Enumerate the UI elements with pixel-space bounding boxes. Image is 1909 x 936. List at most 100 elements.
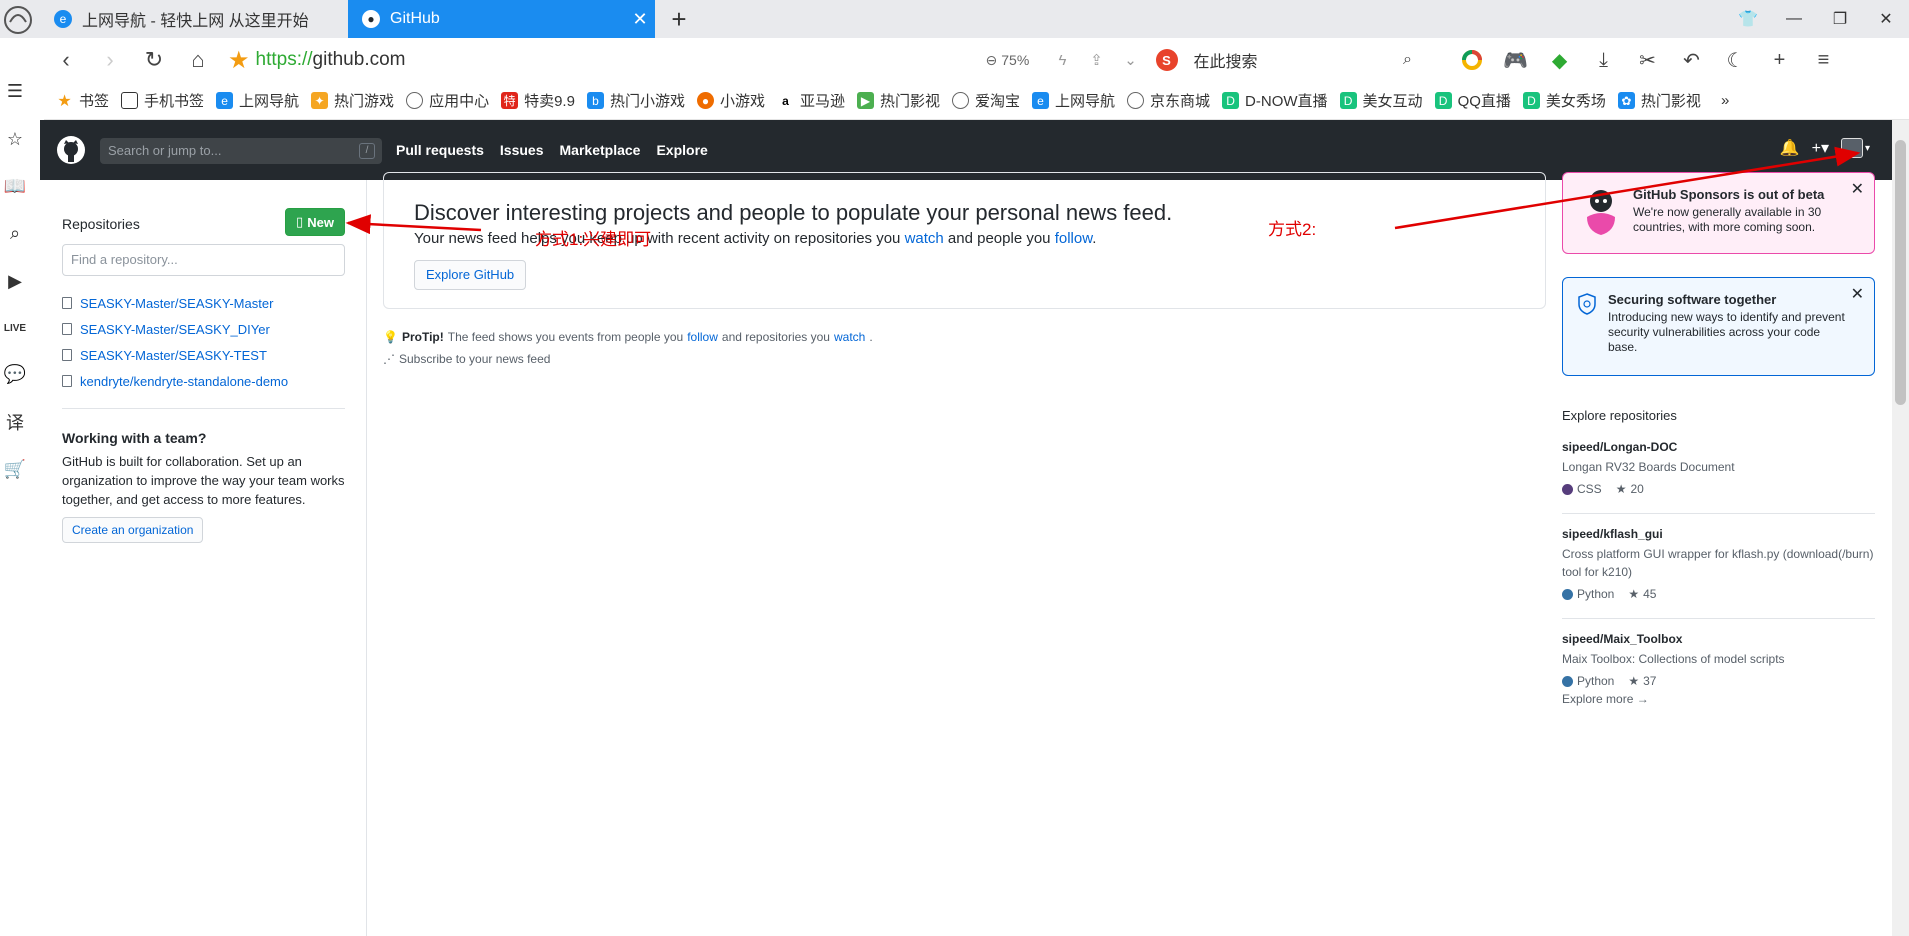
bookmark-label: 热门影视 (1640, 93, 1701, 110)
zoom-out-icon: ⊖ (985, 51, 998, 68)
bookmark-label: QQ直播 (1457, 93, 1511, 110)
bookmark-label: 美女互动 (1362, 93, 1423, 110)
bookmark-item[interactable]: ▶ 热门影视 (856, 90, 940, 111)
ie-icon: e (216, 92, 234, 109)
back-icon[interactable]: ‹ (44, 38, 88, 82)
news-icon[interactable]: ☰ (2, 78, 28, 104)
bookmark-item[interactable]: e 上网导航 (216, 90, 299, 111)
arrow-to-new-button (345, 214, 482, 235)
bookmark-star-icon[interactable]: ★ (228, 46, 250, 75)
share-icon[interactable]: ⇪ (1080, 51, 1114, 69)
tab-navigation[interactable]: e 上网导航 - 轻快上网 从这里开始 (40, 0, 345, 38)
search-box[interactable]: S 在此搜索 (1155, 48, 1386, 72)
bookmark-item[interactable]: ★ 书签 (56, 90, 109, 111)
tab-title: 上网导航 - 轻快上网 从这里开始 (82, 13, 309, 30)
bookmark-item[interactable]: 手机书签 (121, 90, 204, 111)
reload-icon[interactable]: ↻ (132, 38, 176, 82)
bookmark-item[interactable]: ✿ 热门影视 (1617, 90, 1701, 111)
live-icon: D (1434, 92, 1452, 109)
phone-icon (121, 92, 139, 109)
bookmark-item[interactable]: b 热门小游戏 (586, 90, 685, 111)
tab-title: GitHub (390, 10, 440, 27)
more-bookmarks-icon[interactable]: » (1721, 92, 1729, 109)
bookmark-label: 热门影视 (879, 93, 940, 110)
bookmark-label: 热门游戏 (334, 93, 395, 110)
scissors-icon[interactable]: ✂ (1626, 38, 1670, 82)
favorites-star-icon[interactable]: ☆ (2, 126, 28, 152)
browser-tab-bar: e 上网导航 - 轻快上网 从这里开始 ● GitHub ✕ + 👕 — ❐ ✕ (0, 0, 1909, 38)
menu-icon[interactable]: ≡ (1802, 38, 1846, 82)
page-viewport: Search or jump to... / Pull requests Iss… (40, 120, 1892, 936)
shirt-icon[interactable]: 👕 (1725, 0, 1771, 38)
search-icon[interactable]: ⌕ (2, 220, 28, 246)
bookmark-label: D-NOW直播 (1245, 93, 1328, 110)
night-mode-icon[interactable]: ☾ (1714, 38, 1758, 82)
bookmark-label: 美女秀场 (1545, 93, 1606, 110)
bookmark-label: 京东商城 (1150, 93, 1211, 110)
bookmark-item[interactable]: 京东商城 (1127, 90, 1210, 111)
scrollbar-thumb[interactable] (1895, 140, 1906, 405)
live-icon[interactable]: LIVE (2, 315, 28, 341)
game-icon: ✦ (311, 92, 329, 109)
bookmark-item[interactable]: 应用中心 (406, 90, 489, 111)
bookmark-item[interactable]: D 美女互动 (1339, 90, 1423, 111)
video-play-icon: ▶ (856, 92, 874, 109)
chevron-down-icon[interactable]: ⌄ (1114, 51, 1148, 69)
video-icon[interactable]: ▶ (2, 268, 28, 294)
color-ring-icon[interactable] (1450, 38, 1494, 82)
bookmark-item[interactable]: D QQ直播 (1434, 90, 1511, 111)
app-icon[interactable]: ◆ (1538, 38, 1582, 82)
forward-icon[interactable]: › (88, 38, 132, 82)
zoom-control[interactable]: ⊖ 75% (986, 52, 1046, 69)
bookmark-label: 上网导航 (1055, 93, 1116, 110)
plus-icon[interactable]: + (1758, 38, 1802, 82)
url-field[interactable]: https://github.com (256, 49, 986, 71)
star-icon: ★ (57, 92, 72, 110)
browser-logo-icon[interactable] (0, 2, 36, 38)
bookmark-label: 上网导航 (239, 93, 300, 110)
chat-icon[interactable]: 💬 (2, 361, 28, 387)
live-icon: D (1522, 92, 1540, 109)
bookmark-item[interactable]: e 上网导航 (1032, 90, 1115, 111)
annotation-method1: 方式1:兴建即可 (535, 230, 652, 249)
reader-book-icon[interactable]: 📖 (2, 173, 28, 199)
bookmark-item[interactable]: 特特卖9.9 (501, 90, 575, 111)
bookmark-item[interactable]: D 美女秀场 (1522, 90, 1606, 111)
globe-icon (1127, 92, 1145, 109)
page-scrollbar[interactable] (1892, 120, 1909, 936)
bookmark-item[interactable]: a 亚马逊 (777, 90, 845, 111)
download-icon[interactable]: ⤓ (1582, 38, 1626, 82)
search-icon[interactable]: ⌕ (1386, 38, 1430, 82)
zoom-level: 75% (1001, 52, 1030, 68)
game-controller-icon[interactable]: 🎮 (1494, 38, 1538, 82)
globe-icon (952, 92, 969, 109)
annotation-method2: 方式2: (1268, 220, 1317, 239)
github-icon: ● (362, 10, 380, 28)
translate-icon[interactable]: 译 (2, 409, 28, 435)
globe-icon (406, 92, 424, 109)
lightning-icon[interactable]: ϟ (1046, 52, 1080, 69)
bookmark-label: 应用中心 (429, 93, 490, 110)
restore-button[interactable]: ❐ (1817, 0, 1863, 38)
bookmark-item[interactable]: ● 小游戏 (696, 90, 765, 111)
minigame-icon: b (586, 92, 604, 109)
bookmark-item[interactable]: 爱淘宝 (952, 90, 1020, 111)
new-tab-button[interactable]: + (664, 4, 694, 35)
bookmarks-bar: ★ 书签 手机书签 e 上网导航 ✦ 热门游戏 应用中心 特特卖9.9 b 热门小游戏 … (44, 82, 1909, 120)
browser-side-rail: ☰ ☆ 📖 ⌕ ▶ LIVE 💬 译 🛒 (0, 38, 30, 936)
close-window-button[interactable]: ✕ (1863, 0, 1909, 38)
sogou-icon[interactable]: S (1155, 49, 1178, 71)
tab-github[interactable]: ● GitHub ✕ (348, 0, 655, 38)
amazon-icon: a (782, 93, 789, 108)
home-icon[interactable]: ⌂ (176, 38, 220, 82)
undo-icon[interactable]: ↶ (1670, 38, 1714, 82)
dnow-icon: D (1222, 92, 1240, 109)
cart-icon[interactable]: 🛒 (2, 456, 28, 482)
fox-icon: ● (696, 92, 714, 109)
bookmark-item[interactable]: D D-NOW直播 (1222, 90, 1328, 111)
bookmark-item[interactable]: ✦ 热门游戏 (311, 90, 394, 111)
minimize-button[interactable]: — (1771, 0, 1817, 38)
url-scheme: https:// (255, 49, 313, 70)
close-tab-icon[interactable]: ✕ (625, 9, 655, 30)
live-icon: D (1339, 92, 1357, 109)
